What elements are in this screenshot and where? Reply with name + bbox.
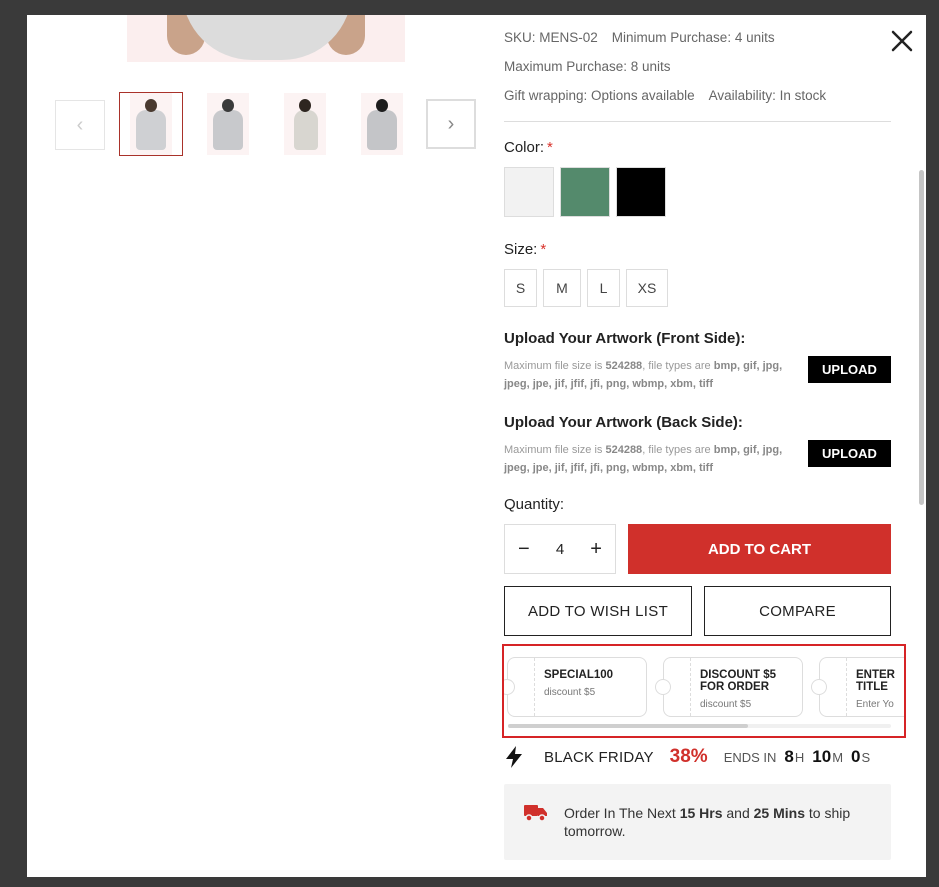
ends-in-label: ENDS IN <box>723 749 777 765</box>
modal-scrollbar[interactable] <box>919 170 924 505</box>
quantity-decrease-button[interactable]: − <box>518 538 530 561</box>
availability-text: Availability: In stock <box>708 88 827 103</box>
chevron-left-icon: ‹ <box>76 113 84 136</box>
quantity-input[interactable]: 4 <box>556 541 564 558</box>
min-purchase-text: Minimum Purchase: 4 units <box>611 30 775 45</box>
coupon-subtitle: discount $5 <box>544 687 596 698</box>
quick-view-modal: ‹ › SKU: MENS-02 Minimum Purchase: 4 unit… <box>27 15 926 877</box>
coupon-card[interactable]: SPECIAL100 discount $5 <box>504 657 647 717</box>
gift-wrapping-text: Gift wrapping: Options available <box>504 88 695 103</box>
thumbnail-2[interactable] <box>196 92 260 156</box>
size-label: Size: * <box>504 241 547 258</box>
countdown-seconds: 0 <box>851 747 861 766</box>
hours-unit: H <box>794 749 805 765</box>
black-friday-label: BLACK FRIDAY <box>544 748 654 766</box>
coupon-subtitle: Enter Yo <box>856 699 894 710</box>
color-label: Color: * <box>504 139 553 156</box>
countdown-hours: 8 <box>784 747 794 766</box>
quantity-label: Quantity: <box>504 496 565 513</box>
close-icon[interactable] <box>890 29 914 53</box>
upload-front-note: Maximum file size is 524288, file types … <box>504 360 783 390</box>
color-swatch-white[interactable] <box>504 167 554 217</box>
color-swatch-black[interactable] <box>616 167 666 217</box>
compare-button[interactable]: COMPARE <box>704 586 891 636</box>
coupon-title: ENTER TITLE <box>856 669 895 693</box>
chevron-right-icon: › <box>447 112 455 135</box>
quantity-stepper: − 4 + <box>504 524 616 574</box>
minutes-unit: M <box>832 749 844 765</box>
thumbnail-4[interactable] <box>350 92 414 156</box>
thumbnail-1[interactable] <box>119 92 183 156</box>
coupon-subtitle: discount $5 <box>700 699 752 710</box>
add-to-cart-button[interactable]: ADD TO CART <box>628 524 891 574</box>
size-option-s[interactable]: S <box>504 269 537 307</box>
shipping-text: Order In The Next 15 Hrs and 25 Mins to … <box>564 805 851 839</box>
black-friday-countdown: BLACK FRIDAY 38% ENDS IN 8H 10 M 0S <box>504 743 891 771</box>
discount-percent: 38% <box>669 746 708 767</box>
color-swatch-green[interactable] <box>560 167 610 217</box>
truck-icon <box>524 805 547 822</box>
quantity-increase-button[interactable]: + <box>590 538 602 561</box>
sku-text: SKU: MENS-02 <box>504 30 598 45</box>
coupon-carousel: SPECIAL100 discount $5 DISCOUNT $5 FOR O… <box>502 644 906 738</box>
upload-back-title: Upload Your Artwork (Back Side): <box>504 414 743 431</box>
coupon-card[interactable]: ENTER TITLE Enter Yo <box>811 657 904 717</box>
size-option-m[interactable]: M <box>543 269 581 307</box>
shipping-notice: Order In The Next 15 Hrs and 25 Mins to … <box>504 784 891 860</box>
size-option-l[interactable]: L <box>587 269 620 307</box>
lightning-icon <box>506 746 522 768</box>
coupon-scroll-thumb[interactable] <box>508 724 748 728</box>
coupon-title: DISCOUNT $5 FOR ORDER <box>700 669 777 693</box>
seconds-unit: S <box>861 749 871 765</box>
upload-back-note: Maximum file size is 524288, file types … <box>504 444 783 474</box>
coupon-title: SPECIAL100 <box>544 669 614 681</box>
upload-front-title: Upload Your Artwork (Front Side): <box>504 330 746 347</box>
size-option-xs[interactable]: XS <box>626 269 668 307</box>
main-product-image <box>127 15 405 62</box>
gallery-next-button[interactable]: › <box>426 99 476 149</box>
upload-front-button[interactable]: UPLOAD <box>808 356 891 383</box>
upload-back-button[interactable]: UPLOAD <box>808 440 891 467</box>
thumbnail-3[interactable] <box>273 92 337 156</box>
max-purchase-text: Maximum Purchase: 8 units <box>504 59 671 74</box>
coupon-card[interactable]: DISCOUNT $5 FOR ORDER discount $5 <box>655 657 803 717</box>
gallery-prev-button[interactable]: ‹ <box>55 100 105 150</box>
countdown-minutes: 10 <box>812 747 832 766</box>
add-to-wish-list-button[interactable]: ADD TO WISH LIST <box>504 586 692 636</box>
divider <box>504 121 891 122</box>
